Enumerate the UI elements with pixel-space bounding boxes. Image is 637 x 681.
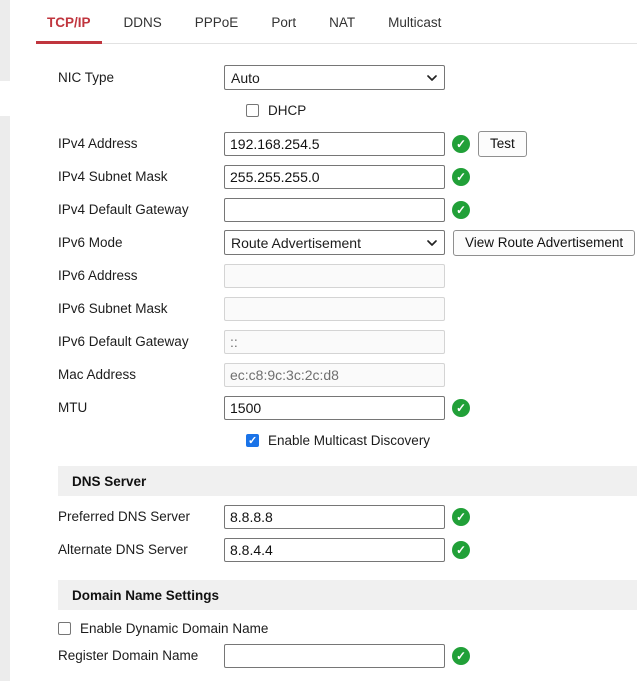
register-domain-row: Register Domain Name ✓ <box>58 639 637 672</box>
dns-server-section-title: DNS Server <box>72 474 146 489</box>
view-route-advertisement-button[interactable]: View Route Advertisement <box>453 230 635 256</box>
alternate-dns-row: Alternate DNS Server ✓ <box>58 533 637 566</box>
mac-address-input <box>224 363 445 387</box>
ipv6-subnet-mask-row: IPv6 Subnet Mask <box>58 292 637 325</box>
tab-tcpip[interactable]: TCP/IP <box>36 15 102 43</box>
enable-dynamic-domain-checkbox[interactable] <box>58 622 71 635</box>
ipv4-address-input[interactable] <box>224 132 445 156</box>
domain-name-section-header: Domain Name Settings <box>58 580 637 610</box>
ipv4-default-gateway-row: IPv4 Default Gateway ✓ <box>58 193 637 226</box>
valid-check-icon: ✓ <box>452 647 470 665</box>
ipv4-subnet-mask-input[interactable] <box>224 165 445 189</box>
dhcp-checkbox[interactable] <box>246 104 259 117</box>
valid-check-icon: ✓ <box>452 399 470 417</box>
sidebar-active-item-edge <box>0 81 10 116</box>
test-button[interactable]: Test <box>478 131 527 157</box>
tab-ddns[interactable]: DDNS <box>113 15 173 43</box>
nic-type-selected-value: Auto <box>231 70 426 86</box>
preferred-dns-row: Preferred DNS Server ✓ <box>58 500 637 533</box>
ipv6-address-input <box>224 264 445 288</box>
ipv6-default-gateway-label: IPv6 Default Gateway <box>58 334 224 349</box>
enable-dynamic-domain-row: Enable Dynamic Domain Name <box>58 617 637 639</box>
register-domain-input[interactable] <box>224 644 445 668</box>
valid-check-icon: ✓ <box>452 168 470 186</box>
valid-check-icon: ✓ <box>452 135 470 153</box>
enable-dynamic-domain-label: Enable Dynamic Domain Name <box>80 621 268 636</box>
dhcp-row: DHCP <box>58 94 637 127</box>
network-tabs: TCP/IP DDNS PPPoE Port NAT Multicast <box>36 0 637 44</box>
nic-type-label: NIC Type <box>58 70 224 85</box>
mtu-row: MTU ✓ <box>58 391 637 424</box>
sidebar-edge <box>0 0 10 681</box>
register-domain-label: Register Domain Name <box>58 648 224 663</box>
valid-check-icon: ✓ <box>452 541 470 559</box>
dns-server-section-header: DNS Server <box>58 466 637 496</box>
ipv4-address-row: IPv4 Address ✓ Test <box>58 127 637 160</box>
ipv6-subnet-mask-label: IPv6 Subnet Mask <box>58 301 224 316</box>
multicast-discovery-label: Enable Multicast Discovery <box>268 433 430 448</box>
domain-name-section-title: Domain Name Settings <box>72 588 219 603</box>
nic-type-select[interactable]: Auto <box>224 65 445 90</box>
chevron-down-icon <box>426 72 438 84</box>
ipv6-mode-select[interactable]: Route Advertisement <box>224 230 445 255</box>
valid-check-icon: ✓ <box>452 201 470 219</box>
tab-pppoe[interactable]: PPPoE <box>184 15 250 43</box>
ipv6-mode-label: IPv6 Mode <box>58 235 224 250</box>
ipv6-mode-row: IPv6 Mode Route Advertisement View Route… <box>58 226 637 259</box>
preferred-dns-input[interactable] <box>224 505 445 529</box>
mtu-input[interactable] <box>224 396 445 420</box>
alternate-dns-input[interactable] <box>224 538 445 562</box>
mtu-label: MTU <box>58 400 224 415</box>
preferred-dns-label: Preferred DNS Server <box>58 509 224 524</box>
tab-port[interactable]: Port <box>260 15 307 43</box>
tab-multicast[interactable]: Multicast <box>377 15 452 43</box>
ipv4-subnet-mask-row: IPv4 Subnet Mask ✓ <box>58 160 637 193</box>
tab-nat[interactable]: NAT <box>318 15 366 43</box>
multicast-discovery-row: Enable Multicast Discovery <box>58 424 637 457</box>
ipv6-address-label: IPv6 Address <box>58 268 224 283</box>
mac-address-row: Mac Address <box>58 358 637 391</box>
ipv4-default-gateway-input[interactable] <box>224 198 445 222</box>
valid-check-icon: ✓ <box>452 508 470 526</box>
ipv6-mode-selected-value: Route Advertisement <box>231 235 426 251</box>
chevron-down-icon <box>426 237 438 249</box>
nic-type-row: NIC Type Auto <box>58 61 637 94</box>
alternate-dns-label: Alternate DNS Server <box>58 542 224 557</box>
ipv6-subnet-mask-input <box>224 297 445 321</box>
ipv4-address-label: IPv4 Address <box>58 136 224 151</box>
ipv4-default-gateway-label: IPv4 Default Gateway <box>58 202 224 217</box>
ipv4-subnet-mask-label: IPv4 Subnet Mask <box>58 169 224 184</box>
mac-address-label: Mac Address <box>58 367 224 382</box>
multicast-discovery-checkbox[interactable] <box>246 434 259 447</box>
tcpip-settings-panel: TCP/IP DDNS PPPoE Port NAT Multicast NIC… <box>36 0 637 672</box>
dhcp-label: DHCP <box>268 103 306 118</box>
ipv6-default-gateway-input <box>224 330 445 354</box>
ipv6-address-row: IPv6 Address <box>58 259 637 292</box>
ipv6-default-gateway-row: IPv6 Default Gateway <box>58 325 637 358</box>
